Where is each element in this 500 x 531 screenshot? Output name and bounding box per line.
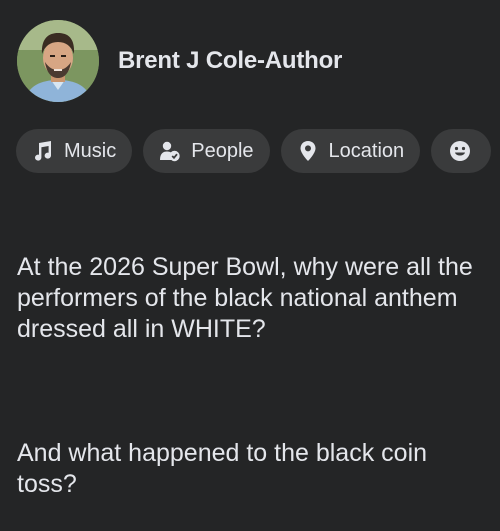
music-chip[interactable]: Music bbox=[16, 129, 133, 173]
post-header: Brent J Cole-Author bbox=[17, 20, 342, 102]
music-note-icon bbox=[32, 140, 54, 162]
avatar[interactable] bbox=[17, 20, 99, 102]
post-options-chips: Music People Location bbox=[16, 129, 500, 173]
location-pin-icon bbox=[297, 140, 319, 162]
post-paragraph-2: And what happened to the black coin toss… bbox=[17, 439, 428, 498]
people-chip-label: People bbox=[191, 139, 254, 162]
people-icon bbox=[159, 140, 181, 162]
location-chip[interactable]: Location bbox=[280, 129, 421, 173]
author-name[interactable]: Brent J Cole-Author bbox=[118, 47, 342, 75]
post-body: At the 2026 Super Bowl, why were all the… bbox=[17, 221, 487, 531]
smiley-face-icon bbox=[449, 140, 471, 162]
post-paragraph-1: At the 2026 Super Bowl, why were all the… bbox=[17, 253, 473, 343]
music-chip-label: Music bbox=[64, 139, 117, 162]
avatar-photo bbox=[17, 20, 99, 102]
feeling-chip[interactable] bbox=[431, 129, 492, 173]
location-chip-label: Location bbox=[328, 139, 405, 162]
people-chip[interactable]: People bbox=[143, 129, 270, 173]
